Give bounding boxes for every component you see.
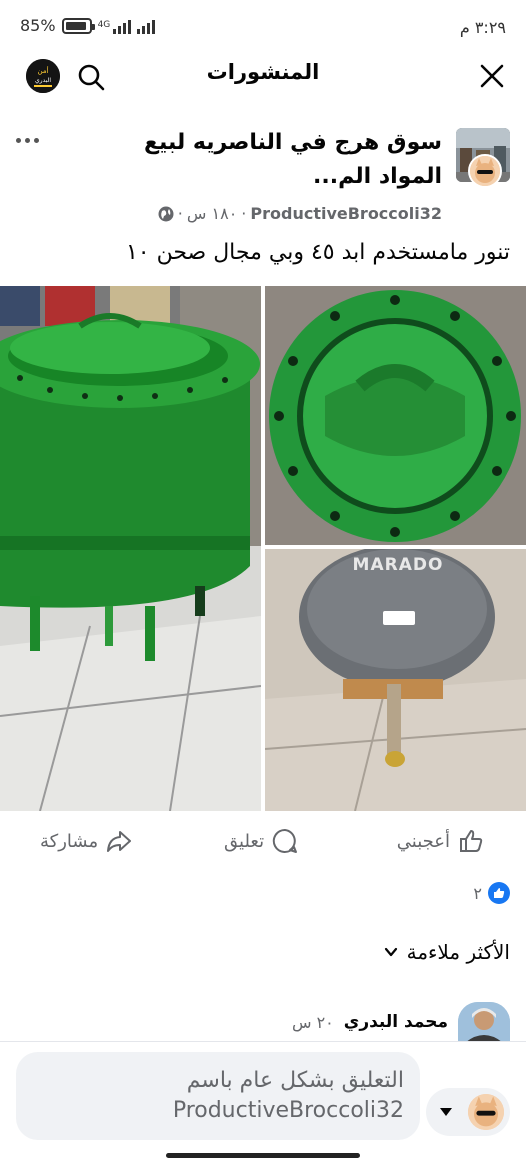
post-actions: أعجبني تعليق مشاركة <box>0 820 526 866</box>
commenter-avatar[interactable] <box>458 1002 510 1042</box>
photo-gallery: MARADO <box>0 286 526 811</box>
comment-item: محمد البدري ٢٠ س <box>292 1002 510 1042</box>
comment-button[interactable]: تعليق <box>224 828 298 854</box>
identity-avatar <box>468 1094 504 1130</box>
post-meta: ProductiveBroccoli32 · ١٨٠ س · <box>158 204 442 223</box>
share-label: مشاركة <box>40 830 99 852</box>
comment-icon <box>272 828 298 853</box>
battery-percent: 85% <box>20 16 56 35</box>
status-time: ٣:٢٩ م <box>459 18 506 37</box>
battery-icon <box>61 17 95 34</box>
close-button[interactable] <box>476 60 508 92</box>
reaction-count: ٢ <box>473 883 482 903</box>
comment-composer: التعليق بشكل عام باسم ProductiveBroccoli… <box>0 1041 526 1169</box>
identity-switcher[interactable] <box>426 1088 510 1136</box>
status-bar: 85% 4G ٣:٢٩ م <box>0 0 526 52</box>
share-button[interactable]: مشاركة <box>40 828 132 854</box>
photo-1[interactable] <box>0 286 261 811</box>
share-icon <box>107 831 132 852</box>
like-label: أعجبني <box>396 830 450 852</box>
reaction-summary[interactable]: ٢ <box>473 882 510 904</box>
caret-down-icon <box>440 1108 452 1116</box>
app-header: أمن البدري المنشورات <box>0 52 526 100</box>
signal-icon <box>113 18 132 34</box>
home-indicator[interactable] <box>166 1153 360 1158</box>
photo-brand-label: MARADO <box>352 555 444 575</box>
meta-separator-2: · <box>177 204 183 223</box>
post-header: سوق هرج في الناصريه لبيع المواد الم... P… <box>0 124 526 234</box>
post-text: تنور مامستخدم ابد ٤٥ وبي مجال صحن ١٠ <box>125 240 510 265</box>
cat-avatar-icon <box>470 156 500 186</box>
sort-label: الأكثر ملاءمة <box>406 940 510 964</box>
author-avatar[interactable] <box>468 154 502 188</box>
comment-label: تعليق <box>224 830 265 852</box>
page-title: المنشورات <box>206 60 320 84</box>
tandoor-top-photo <box>265 286 526 545</box>
photo-3[interactable]: MARADO <box>265 549 526 811</box>
tandoor-side-photo <box>0 286 261 811</box>
comment-sort-dropdown[interactable]: الأكثر ملاءمة <box>383 940 510 964</box>
status-indicators: 85% 4G <box>20 16 156 35</box>
gas-tank-photo <box>265 549 526 811</box>
post-time: ١٨٠ س <box>186 204 238 223</box>
commenter-photo <box>458 1002 510 1042</box>
network-label: 4G <box>97 20 111 30</box>
comment-input[interactable]: التعليق بشكل عام باسم ProductiveBroccoli… <box>16 1052 420 1140</box>
meta-separator: · <box>241 204 247 223</box>
photo-2[interactable] <box>265 286 526 545</box>
thumbs-up-icon <box>460 830 483 852</box>
signal-icon-2 <box>137 18 156 34</box>
more-options-button[interactable] <box>12 130 42 150</box>
comment-time: ٢٠ س <box>291 1012 334 1032</box>
globe-icon <box>158 206 174 221</box>
like-reaction-icon <box>488 882 510 904</box>
comment-author[interactable]: محمد البدري <box>344 1012 448 1032</box>
post-author[interactable]: ProductiveBroccoli32 <box>250 204 442 223</box>
chevron-down-icon <box>384 947 397 957</box>
close-icon <box>480 64 504 88</box>
like-button[interactable]: أعجبني <box>397 828 484 854</box>
cat-avatar-icon <box>468 1094 504 1130</box>
group-name[interactable]: سوق هرج في الناصريه لبيع المواد الم... <box>112 126 442 194</box>
